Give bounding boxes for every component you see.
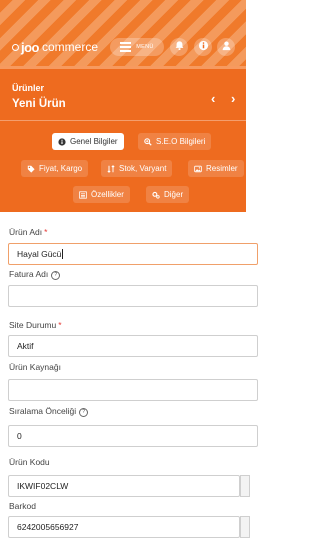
tab-label: Resimler <box>206 164 238 173</box>
tab-label: S.E.O Bilgileri <box>156 137 206 146</box>
menu-button[interactable]: MENÜ <box>110 38 164 56</box>
page-title: Yeni Ürün <box>12 98 66 110</box>
search-plus-icon <box>144 137 152 146</box>
tab-seo-bilgileri[interactable]: S.E.O Bilgileri <box>138 133 212 150</box>
invoice-name-input[interactable] <box>8 285 258 307</box>
page-header-panel: Ürünler Yeni Ürün ‹ › Genel Bilgiler S.E… <box>0 66 246 212</box>
info-icon <box>198 38 209 56</box>
product-code-addon[interactable] <box>240 475 250 497</box>
sort-icon <box>107 164 115 173</box>
tab-label: Fiyat, Kargo <box>39 164 83 173</box>
info-button[interactable] <box>194 38 212 56</box>
label-fatura-adi: Fatura Adı? <box>9 269 61 280</box>
logo-suffix: commerce <box>42 40 99 54</box>
breadcrumb[interactable]: Ürünler <box>12 83 44 93</box>
label-barkod: Barkod <box>9 501 36 511</box>
product-code-input[interactable]: IKWIF02CLW <box>8 475 240 497</box>
tab-label: Özellikler <box>91 190 124 199</box>
user-icon <box>221 38 232 56</box>
label-urun-kaynagi: Ürün Kaynağı <box>9 362 61 372</box>
tab-ozellikler[interactable]: Özellikler <box>73 186 130 203</box>
divider <box>0 120 246 121</box>
tab-resimler[interactable]: Resimler <box>188 160 244 177</box>
help-icon[interactable]: ? <box>51 271 61 280</box>
tag-icon <box>27 165 35 173</box>
tab-diger[interactable]: Diğer <box>146 186 190 203</box>
hamburger-icon <box>120 40 132 54</box>
product-name-input[interactable]: Hayal Gücü <box>8 243 258 265</box>
bell-icon <box>174 38 185 56</box>
image-icon <box>194 165 202 173</box>
tab-stok-varyant[interactable]: Stok, Varyant <box>101 160 173 177</box>
product-source-input[interactable] <box>8 379 258 401</box>
tab-label: Genel Bilgiler <box>70 137 118 146</box>
logo-prefix: joo <box>21 39 40 55</box>
tab-fiyat-kargo[interactable]: Fiyat, Kargo <box>21 160 89 177</box>
gears-icon <box>152 191 160 199</box>
label-urun-adi: Ürün Adı * <box>9 227 48 237</box>
tab-label: Stok, Varyant <box>119 164 167 173</box>
help-icon[interactable]: ? <box>79 408 89 417</box>
label-urun-kodu: Ürün Kodu <box>9 457 50 467</box>
site-status-select[interactable]: Aktif <box>8 335 258 357</box>
sort-priority-input[interactable]: 0 <box>8 425 258 447</box>
logo-dot <box>12 43 19 51</box>
logo[interactable]: joo commerce <box>12 38 98 56</box>
prev-button[interactable]: ‹ <box>211 91 215 106</box>
notifications-button[interactable] <box>170 38 188 56</box>
user-button[interactable] <box>217 38 235 56</box>
label-site-durumu: Site Durumu * <box>9 320 62 330</box>
barcode-addon[interactable] <box>240 516 250 538</box>
tab-label: Diğer <box>164 190 184 199</box>
top-header: joo commerce MENÜ <box>0 0 246 66</box>
label-siralama-onceligi: Sıralama Önceliği? <box>9 406 89 417</box>
list-icon <box>79 190 87 199</box>
next-button[interactable]: › <box>231 91 235 106</box>
barcode-input[interactable]: 6242005656927 <box>8 516 240 538</box>
menu-label: MENÜ <box>136 44 154 50</box>
tab-genel-bilgiler[interactable]: Genel Bilgiler <box>52 133 124 150</box>
info-circle-icon <box>58 137 66 146</box>
